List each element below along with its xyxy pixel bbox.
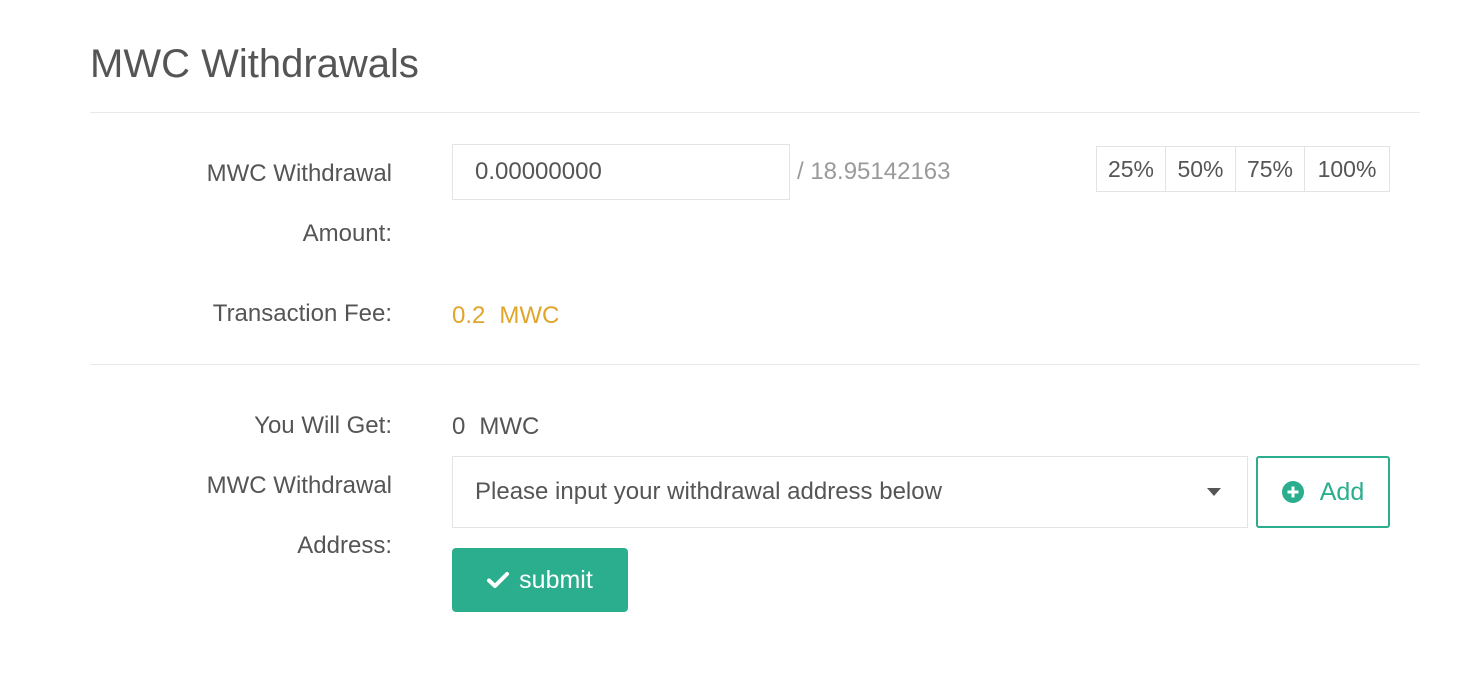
receive-value: 0 MWC (452, 407, 539, 447)
amount-input[interactable] (452, 144, 790, 200)
percent-50-button[interactable]: 50% (1166, 147, 1236, 191)
percent-25-button[interactable]: 25% (1097, 147, 1166, 191)
add-address-label: Add (1319, 477, 1365, 506)
fee-amount: 0.2 (452, 302, 486, 329)
percent-75-button[interactable]: 75% (1236, 147, 1305, 191)
address-label-line2: Address: (297, 532, 392, 559)
address-select[interactable]: Please input your withdrawal address bel… (452, 456, 1248, 528)
section-divider (90, 364, 1420, 365)
fee-unit: MWC (499, 302, 560, 329)
submit-button[interactable]: submit (452, 548, 628, 612)
header-divider (90, 112, 1420, 113)
submit-label: submit (519, 565, 593, 594)
amount-label-line2: Amount: (302, 220, 392, 247)
receive-amount: 0 (452, 413, 466, 440)
chevron-down-icon (1207, 488, 1221, 496)
page-title: MWC Withdrawals (90, 42, 419, 86)
percent-100-button[interactable]: 100% (1305, 147, 1389, 191)
fee-value: 0.2 MWC (452, 296, 559, 336)
amount-label-line1: MWC Withdrawal (206, 160, 392, 187)
percent-button-group: 25% 50% 75% 100% (1096, 146, 1390, 192)
fee-label: Transaction Fee: (212, 300, 392, 327)
add-address-button[interactable]: Add (1256, 456, 1390, 528)
check-icon (487, 572, 510, 588)
address-label-line1: MWC Withdrawal (206, 472, 392, 499)
withdrawal-page: MWC Withdrawals MWC Withdrawal Amount: /… (0, 0, 1478, 690)
address-placeholder: Please input your withdrawal address bel… (475, 478, 942, 505)
receive-label: You Will Get: (254, 412, 392, 439)
available-balance: / 18.95142163 (797, 158, 951, 185)
plus-circle-icon (1281, 481, 1304, 503)
receive-unit: MWC (479, 413, 540, 440)
